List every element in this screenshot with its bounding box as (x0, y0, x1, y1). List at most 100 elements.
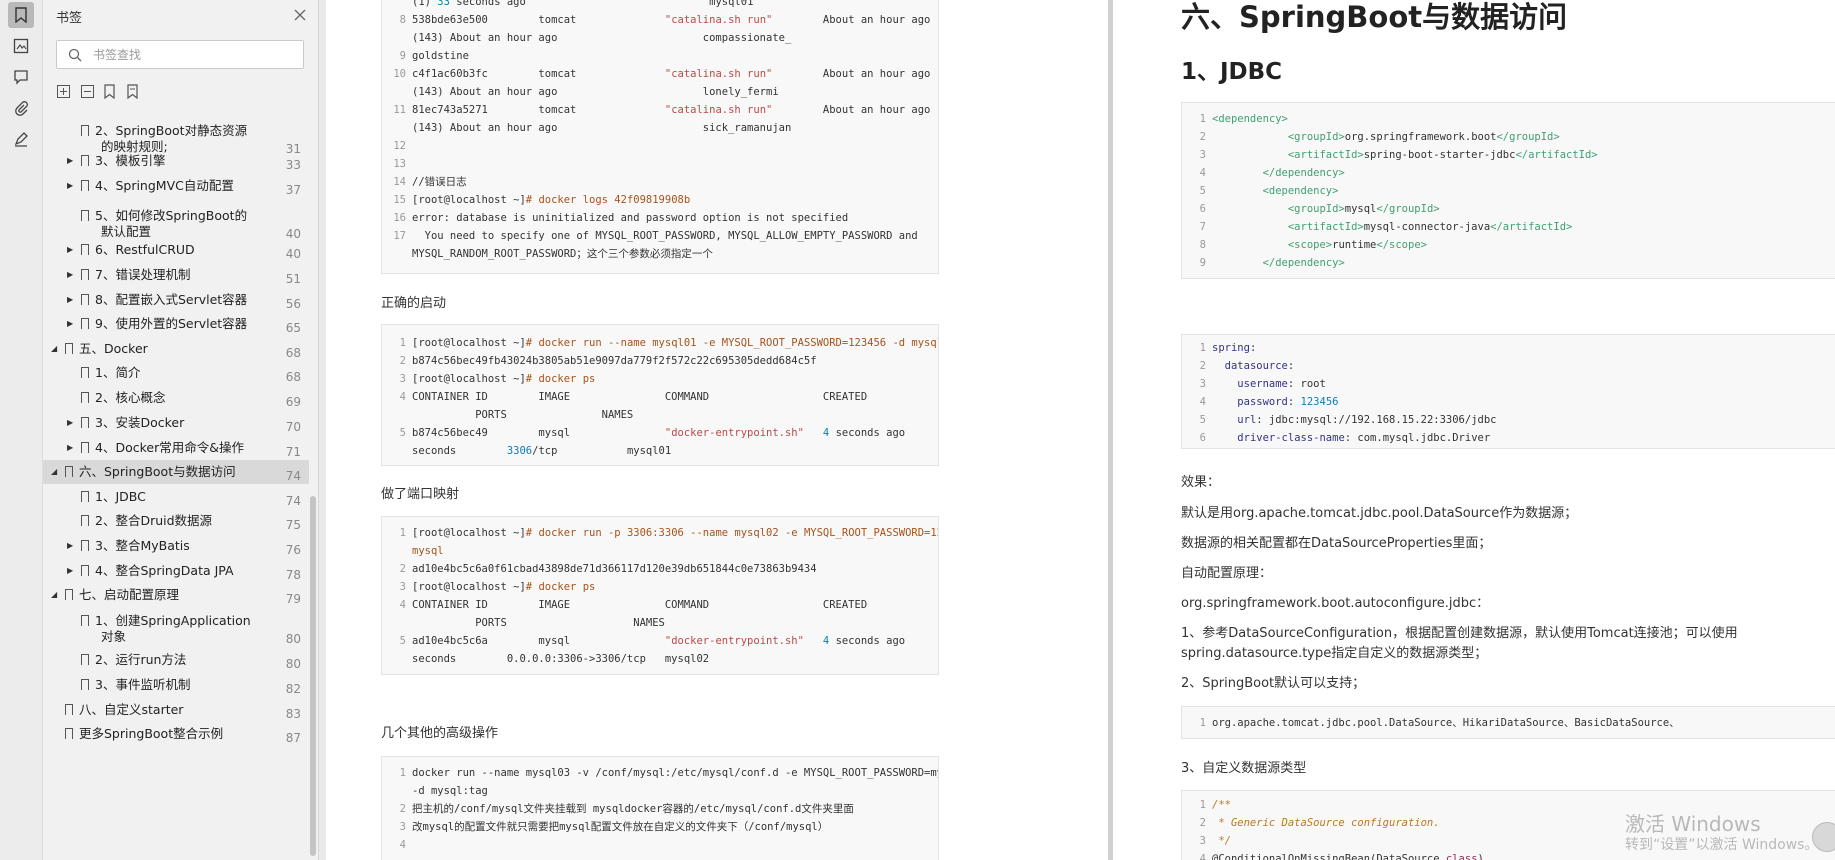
line-number: 3 (399, 373, 406, 385)
delete-bookmark-button[interactable] (126, 84, 142, 100)
code-line: 538bde63e500 tomcat "catalina.sh run" Ab… (412, 14, 931, 26)
toc-item[interactable]: ▶ 7、错误处理机制 51 (43, 263, 309, 287)
toc-item[interactable]: 1、简介 68 (43, 361, 309, 385)
toc-item[interactable]: 5、如何修改SpringBoot的 默认配置 40 (43, 204, 309, 241)
bookmark-item-icon (81, 491, 89, 502)
line-number: 13 (393, 158, 406, 170)
toc-item[interactable]: ▶ 3、整合MyBatis 76 (43, 534, 309, 558)
toc-item[interactable]: ◢ 五、Docker 68 (43, 337, 309, 361)
line-number: 11 (393, 104, 406, 116)
chapter-title: 六、SpringBoot与数据访问 (1181, 0, 1568, 34)
code-line: ad10e4bc5c6a mysql "docker-entrypoint.sh… (412, 635, 906, 647)
attachment-panel-button[interactable] (8, 95, 34, 121)
toc-item[interactable]: ▶ 8、配置嵌入式Servlet容器 56 (43, 288, 309, 312)
code-block: 1 docker run --name mysql03 -v /conf/mysq… (381, 756, 939, 860)
toc-item-label: 2、SpringBoot对静态资源 (95, 123, 248, 138)
line-number: 2 (399, 803, 406, 815)
toc-item[interactable]: ▶ 4、Docker常用命令&操作 71 (43, 436, 309, 460)
line-number: 2 (1199, 131, 1206, 143)
toc-item-label-cont: 对象 (101, 629, 127, 644)
bookmark-search-input[interactable] (93, 45, 293, 65)
toc-item[interactable]: ◢ 七、启动配置原理 79 (43, 583, 309, 607)
signature-panel-button[interactable] (8, 126, 34, 152)
line-number: 3 (1199, 378, 1206, 390)
line-number: 12 (393, 140, 406, 152)
caret-right-icon[interactable]: ▶ (67, 153, 73, 169)
caret-right-icon[interactable]: ▶ (67, 267, 73, 283)
toc-item[interactable]: ▶ 3、模板引擎 33 (43, 149, 309, 173)
collapse-all-button[interactable] (80, 84, 96, 100)
line-number: 7 (1199, 221, 1206, 233)
toc-item[interactable]: 1、JDBC 74 (43, 485, 309, 509)
paragraph: 默认是用org.apache.tomcat.jdbc.pool.DataSour… (1181, 506, 1578, 521)
comment-panel-button[interactable] (8, 64, 34, 90)
code-line: MYSQL_RANDOM_ROOT_PASSWORD；这个三个参数必须指定一个 (412, 248, 713, 260)
code-block: 1 <dependency> 2 <groupId>org.springframew… (1181, 102, 1835, 279)
caret-right-icon[interactable]: ▶ (67, 316, 73, 332)
toc-item[interactable]: ▶ 4、整合SpringData JPA 78 (43, 559, 309, 583)
toc-page-number: 79 (285, 592, 301, 606)
code-line: b874c56bec49fb43024b3805ab51e9097da779f2… (412, 355, 817, 367)
toc-page-number: 78 (285, 568, 301, 582)
caret-right-icon[interactable]: ▶ (67, 178, 73, 194)
caret-right-icon[interactable]: ▶ (67, 563, 73, 579)
caret-down-icon[interactable]: ◢ (51, 587, 57, 603)
toc-item[interactable]: 八、自定义starter 83 (43, 698, 309, 722)
signature-pen-icon (14, 132, 28, 147)
code-line: [root@localhost ~]# docker ps (412, 581, 596, 593)
floating-action-button[interactable] (1812, 822, 1835, 852)
caret-right-icon[interactable]: ▶ (67, 242, 73, 258)
line-number: 4 (399, 599, 406, 611)
toc-item-label: 八、自定义starter (79, 702, 184, 717)
caret-right-icon[interactable]: ▶ (67, 538, 73, 554)
bookmark-item-icon (81, 417, 89, 428)
caret-right-icon[interactable]: ▶ (67, 440, 73, 456)
sidebar-scrollbar[interactable] (310, 496, 316, 856)
toc-item[interactable]: ▶ 4、SpringMVC自动配置 37 (43, 174, 309, 198)
toc-item[interactable]: ▶ 9、使用外置的Servlet容器 65 (43, 312, 309, 336)
toc-page-number: 71 (285, 445, 301, 459)
code-line: (143) About an hour ago lonely_fermi (412, 86, 779, 98)
code-line: url: jdbc:mysql://192.168.15.22:3306/jdb… (1237, 414, 1497, 426)
toc-item[interactable]: 2、核心概念 69 (43, 386, 309, 410)
toc-page-number: 87 (285, 731, 301, 745)
line-number: 5 (1199, 185, 1206, 197)
bookmark-item-icon (65, 589, 73, 600)
toc-item[interactable]: ▶ 6、RestfulCRUD 40 (43, 238, 309, 262)
toc-item[interactable]: 2、运行run方法 80 (43, 648, 309, 672)
caret-down-icon[interactable]: ◢ (51, 341, 57, 357)
toc-item[interactable]: 2、SpringBoot对静态资源 的映射规则; 31 (43, 119, 309, 156)
toc-item-label: 1、JDBC (95, 489, 146, 504)
toc-page-number: 75 (285, 518, 301, 532)
code-block: 1 [root@localhost ~]# docker run --name m… (381, 324, 939, 466)
caret-right-icon[interactable]: ▶ (67, 415, 73, 431)
bookmark-item-icon (81, 367, 89, 378)
toc-page-number: 69 (285, 395, 301, 409)
search-icon (68, 48, 82, 62)
toc-item[interactable]: 更多SpringBoot整合示例 87 (43, 722, 309, 746)
caret-right-icon[interactable]: ▶ (67, 292, 73, 308)
bookmark-item-icon (81, 679, 89, 690)
expand-all-icon (57, 85, 70, 98)
caret-down-icon[interactable]: ◢ (51, 464, 57, 480)
bookmark-panel-button[interactable] (8, 2, 34, 28)
code-line: <dependency> (1212, 113, 1288, 125)
close-sidebar-button[interactable] (293, 7, 309, 23)
expand-all-button[interactable] (56, 84, 72, 100)
line-number: 3 (1199, 835, 1206, 847)
toc-item[interactable]: 3、事件监听机制 82 (43, 673, 309, 697)
add-bookmark-button[interactable] (103, 84, 119, 100)
bookmark-item-icon (81, 294, 89, 305)
paragraph: 效果： (1181, 475, 1221, 490)
toc-item[interactable]: ▶ 3、安装Docker 70 (43, 411, 309, 435)
line-number: 1 (1199, 799, 1206, 811)
thumbnail-panel-button[interactable] (8, 33, 34, 59)
toc-item[interactable]: 1、创建SpringApplication 对象 80 (43, 609, 309, 646)
toc-item[interactable]: ◢ 六、SpringBoot与数据访问 74 (43, 460, 309, 484)
windows-activation-subtext: 转到“设置”以激活 Windows。 (1625, 837, 1819, 853)
toc-item[interactable]: 2、整合Druid数据源 75 (43, 509, 309, 533)
code-line: You need to specify one of MYSQL_ROOT_PA… (412, 230, 918, 242)
bookmark-item-icon (81, 318, 89, 329)
paragraph: org.springframework.boot.autoconfigure.j… (1181, 596, 1490, 611)
paperclip-icon (15, 101, 28, 116)
